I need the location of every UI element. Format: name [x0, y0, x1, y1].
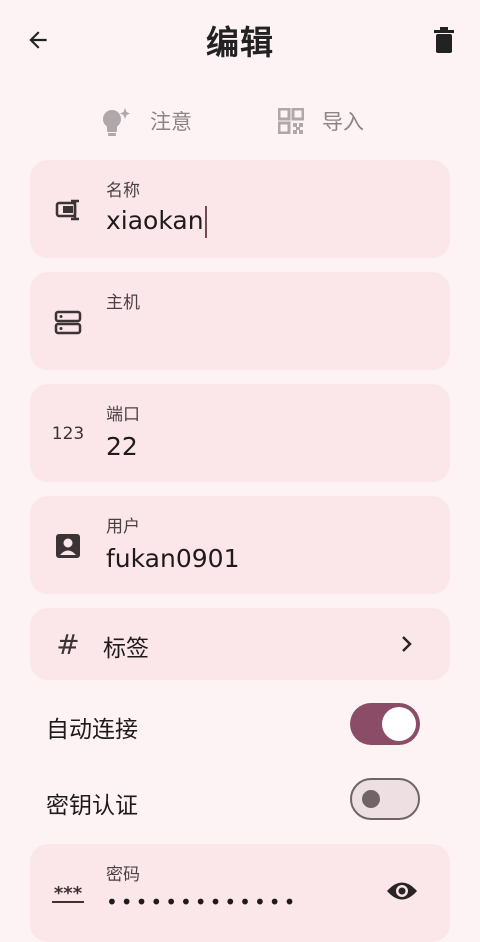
lightbulb-icon	[103, 108, 130, 136]
tags-label: 标签	[103, 636, 149, 662]
host-field[interactable]: 主机	[30, 272, 450, 370]
password-field[interactable]: *** 密码 •••••••••••••	[30, 844, 450, 942]
tags-row[interactable]: # 标签	[30, 608, 450, 680]
port-input[interactable]: 22	[106, 432, 138, 461]
toggle-knob	[362, 790, 380, 808]
user-field[interactable]: 用户 fukan0901	[30, 496, 450, 594]
server-icon	[52, 306, 84, 338]
key-auth-label: 密钥认证	[46, 793, 138, 819]
port-label: 端口	[106, 405, 140, 425]
text-cursor	[204, 206, 207, 238]
top-app-bar: 编辑	[0, 0, 480, 80]
note-action[interactable]: 注意	[98, 98, 192, 144]
chevron-right-icon	[400, 634, 414, 658]
host-label: 主机	[106, 293, 140, 313]
name-input[interactable]: xiaokan	[106, 206, 207, 238]
password-input[interactable]: •••••••••••••	[106, 890, 298, 914]
trash-icon	[434, 27, 454, 53]
note-label: 注意	[150, 110, 192, 134]
action-row: 注意 导入	[0, 98, 480, 144]
key-auth-toggle[interactable]	[350, 778, 420, 820]
import-label: 导入	[322, 110, 364, 134]
page-title: 编辑	[206, 23, 274, 62]
auto-connect-toggle[interactable]	[350, 703, 420, 745]
name-value: xiaokan	[106, 206, 204, 235]
user-input[interactable]: fukan0901	[106, 544, 239, 573]
port-field[interactable]: 123 端口 22	[30, 384, 450, 482]
password-icon-text: ***	[53, 883, 83, 904]
qr-code-icon	[278, 108, 304, 134]
hash-icon: #	[56, 627, 80, 661]
name-label: 名称	[106, 181, 140, 201]
label-icon	[52, 194, 84, 226]
toggle-knob	[382, 707, 416, 741]
account-box-icon	[52, 530, 84, 562]
delete-button[interactable]	[428, 22, 460, 58]
password-label: 密码	[106, 865, 140, 885]
eye-icon[interactable]	[386, 880, 418, 906]
name-field[interactable]: 名称 xiaokan	[30, 160, 450, 258]
password-icon-underline	[52, 901, 84, 903]
password-icon: ***	[50, 878, 86, 910]
import-action[interactable]: 导入	[278, 98, 364, 144]
user-label: 用户	[106, 517, 140, 537]
numeric-icon: 123	[51, 424, 85, 444]
auto-connect-label: 自动连接	[46, 717, 138, 743]
